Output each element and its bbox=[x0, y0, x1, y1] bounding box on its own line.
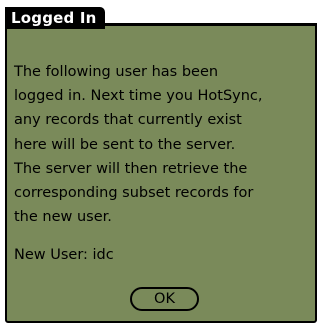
dialog-message: The following user has been logged in. N… bbox=[14, 60, 310, 229]
message-line: The following user has been bbox=[14, 64, 219, 80]
message-line: corresponding subset records for bbox=[14, 185, 254, 202]
dialog-title: Logged In bbox=[5, 7, 105, 29]
message-line: the new user. bbox=[14, 209, 112, 226]
message-line: any records that currently exist bbox=[14, 112, 242, 129]
new-user-value: idc bbox=[92, 247, 114, 263]
message-line: here will be sent to the server. bbox=[14, 136, 236, 153]
screen: Logged In The following user has been lo… bbox=[0, 0, 326, 329]
new-user-label: New User: bbox=[14, 247, 88, 263]
message-line: The server will then retrieve the bbox=[14, 160, 248, 177]
ok-button[interactable]: OK bbox=[130, 287, 199, 311]
message-line: logged in. Next time you HotSync, bbox=[14, 88, 263, 105]
new-user-row: New User: idc bbox=[14, 245, 114, 265]
